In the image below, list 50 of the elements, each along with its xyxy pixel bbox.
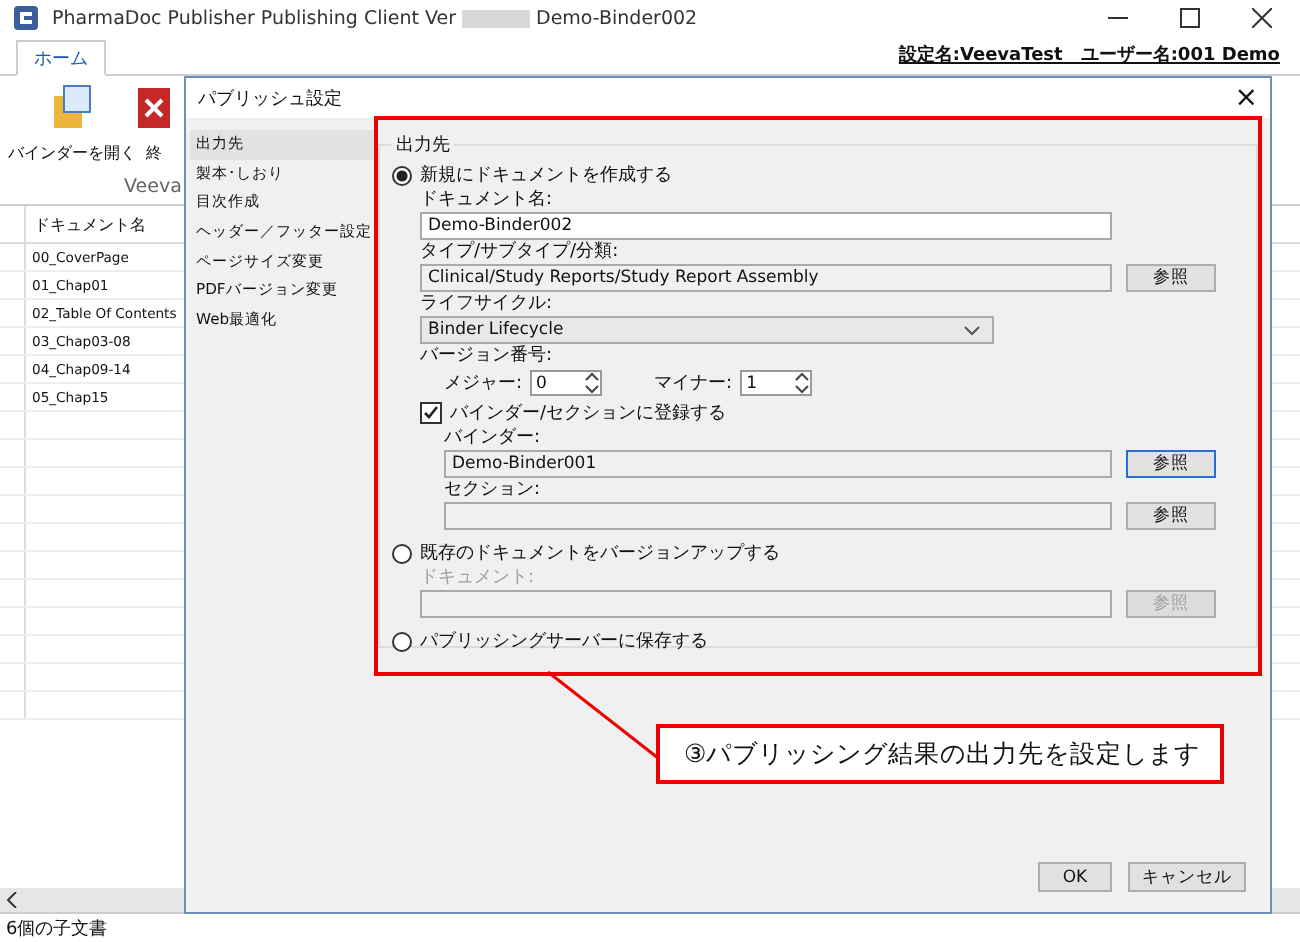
input-field[interactable]: Demo-Binder002 xyxy=(420,212,1112,240)
settings-user-info: 設定名:VeevaTest ユーザー名:001 Demo xyxy=(898,42,1280,68)
input-field: Demo-Binder001 xyxy=(444,450,1112,478)
field-label: バインダー: xyxy=(444,428,543,450)
ribbon-button[interactable]: 終 xyxy=(138,84,170,164)
checkbox-label: バインダー/セクションに登録する xyxy=(450,401,727,425)
spinner-arrows-icon xyxy=(584,372,601,394)
radio-button[interactable] xyxy=(392,165,412,185)
column-header[interactable]: ドキュメント名 xyxy=(26,213,146,235)
dialog-button[interactable]: キャンセル xyxy=(1128,862,1246,892)
field-label: セクション: xyxy=(444,480,543,502)
leader-line xyxy=(547,670,659,760)
field-label: ドキュメント: xyxy=(420,568,537,590)
ribbon-group-label: Veeva xyxy=(124,176,182,198)
input-field: Clinical/Study Reports/Study Report Assembly xyxy=(420,264,1112,292)
dialog-button[interactable]: OK xyxy=(1038,862,1112,892)
redacted-area xyxy=(462,9,530,27)
field-label: バージョン番号: xyxy=(420,346,555,368)
radio-label: 新規にドキュメントを作成する xyxy=(420,163,672,188)
checkbox[interactable] xyxy=(420,401,442,423)
group-title: 出力先 xyxy=(394,133,452,158)
browse-button[interactable]: 参照 xyxy=(1126,502,1216,530)
chevron-down-icon xyxy=(964,325,980,335)
field-label: タイプ/サブタイプ/分類: xyxy=(420,242,621,264)
radio-button[interactable] xyxy=(392,631,412,651)
browse-button[interactable]: 参照 xyxy=(1126,264,1216,292)
window-title: Demo-Binder002 xyxy=(536,7,698,29)
field-label: ライフサイクル: xyxy=(420,294,555,316)
lifecycle-dropdown[interactable]: Binder Lifecycle xyxy=(420,316,994,344)
ribbon-tab[interactable]: ホーム xyxy=(16,40,106,76)
close-button[interactable]: × xyxy=(1222,82,1270,114)
scroll-left-icon[interactable] xyxy=(6,892,18,908)
radio-label: パブリッシングサーバーに保存する xyxy=(420,629,708,654)
dialog-title: パブリッシュ設定 xyxy=(198,87,342,111)
browse-button[interactable]: 参照 xyxy=(1126,450,1216,478)
radio-label: 既存のドキュメントをバージョンアップする xyxy=(420,540,780,566)
exit-icon xyxy=(138,84,170,132)
close-icon[interactable] xyxy=(1252,8,1272,28)
minor-spinner[interactable]: 1 xyxy=(740,370,813,396)
field-label: メジャー: xyxy=(444,372,523,396)
callout-text: ③パブリッシング結果の出力先を設定します xyxy=(656,724,1224,784)
window-title: PharmaDoc Publisher Publishing Client Ver xyxy=(52,7,456,29)
maximize-icon[interactable] xyxy=(1180,8,1200,28)
major-spinner[interactable]: 0 xyxy=(530,370,603,396)
status-text: 6個の子文書 xyxy=(6,917,108,941)
ribbon-button[interactable]: バインダーを開く xyxy=(8,84,136,164)
field-label: マイナー: xyxy=(654,372,733,396)
spinner-arrows-icon xyxy=(794,372,811,394)
field-label: ドキュメント名: xyxy=(420,190,555,212)
binder-icon xyxy=(50,84,94,132)
